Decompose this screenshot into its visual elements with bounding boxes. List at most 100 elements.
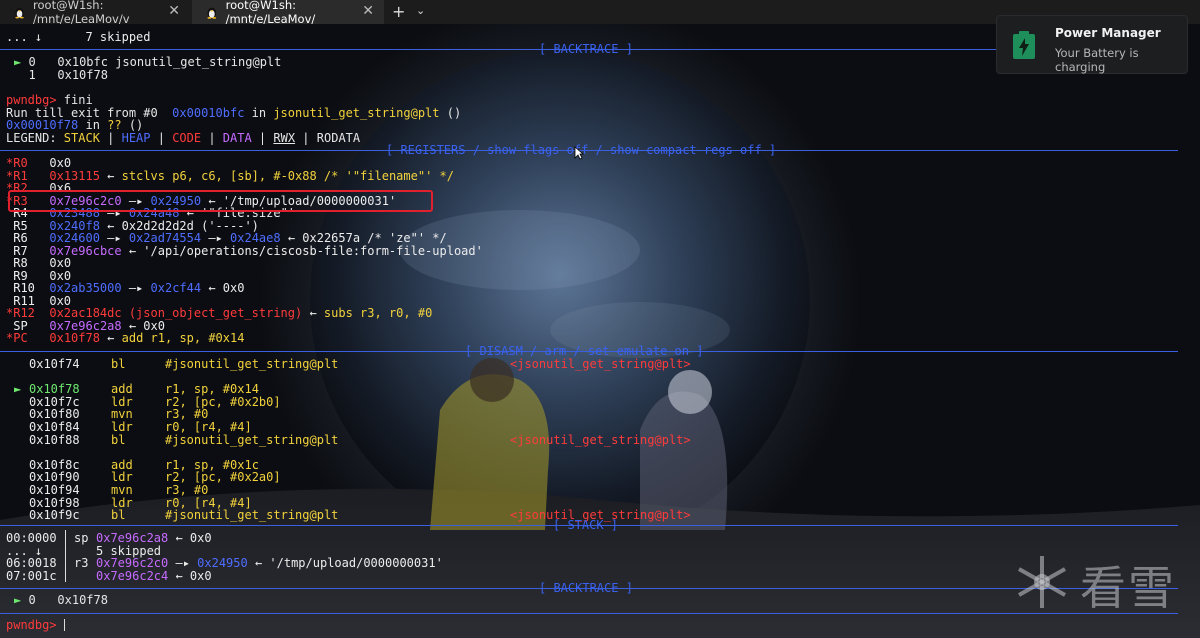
linux-tux-icon: [15, 7, 24, 18]
return-address: 0x00010f78: [6, 118, 79, 132]
instruction-operands: #jsonutil_get_string@plt: [165, 432, 339, 447]
legend-sep: |: [150, 131, 173, 145]
return-symbol: ??: [107, 118, 122, 132]
instruction-operands: #jsonutil_get_string@plt: [165, 357, 339, 371]
kanxue-logo-icon: [1018, 556, 1066, 608]
register-name: *PC: [6, 331, 28, 345]
terminal-output[interactable]: ... ↓ 7 skipped [ BACKTRACE ] ► 0 0x10bf…: [0, 24, 1200, 638]
legend-rwx: RWX: [273, 131, 296, 145]
tab-title: root@W1sh: /mnt/e/LeaMov/: [225, 0, 316, 26]
section-label-backtrace: [ BACKTRACE ]: [539, 42, 633, 56]
new-tab-button[interactable]: +: [392, 2, 405, 21]
register-value-part: subs r3, r0, #0: [323, 306, 433, 320]
instruction-mnemonic: bl: [111, 432, 126, 447]
stack-offset: 07:001c: [6, 568, 57, 583]
skipped-prefix: ... ↓: [6, 30, 43, 44]
stack-value-part: ← '/tmp/upload/0000000031': [247, 556, 443, 570]
register-row: R7 0x7e96cbce ← '/api/operations/ciscosb…: [6, 243, 483, 258]
frame-address: 0x10f78: [57, 593, 108, 607]
run-address: 0x00010bfc: [172, 106, 245, 120]
battery-charging-icon: [1013, 31, 1035, 59]
disasm-row: 0x10f88 bl #jsonutil_get_string@plt: [14, 432, 339, 447]
legend-label: LEGEND:: [6, 131, 64, 145]
mouse-pointer-icon: [574, 146, 584, 160]
close-tab-icon[interactable]: ✕: [362, 3, 374, 19]
backtrace-frame-0: ► 0 0x10f78: [14, 594, 108, 607]
tab-terminal-1[interactable]: root@W1sh: /mnt/e/LeaMov/v ✕: [0, 0, 190, 26]
frame-marker: ►: [14, 593, 22, 607]
section-label-disasm: [ DISASM / arm / set emulate on ]: [465, 344, 704, 358]
section-label-stack: [ STACK ]: [553, 518, 619, 532]
section-rule-stack: [ STACK ]: [0, 519, 1178, 532]
register-value-part: —▸: [121, 281, 151, 295]
call-target: <jsonutil_get_string@plt>: [510, 432, 691, 447]
legend-sep: |: [99, 131, 122, 145]
final-prompt-line[interactable]: pwndbg>: [6, 619, 65, 632]
r3-highlight-box: [8, 190, 433, 212]
legend-code: CODE: [172, 131, 202, 145]
legend-stack: STACK: [63, 131, 100, 145]
section-rule-backtrace-2: [ BACKTRACE ]: [0, 582, 1178, 595]
instruction-address: 0x10f88: [29, 432, 80, 447]
run-symbol: jsonutil_get_string@plt: [273, 106, 440, 120]
skipped-count: 7 skipped: [85, 30, 151, 44]
legend-sep: |: [295, 131, 317, 145]
run-in: in: [244, 106, 274, 120]
return-end: (): [121, 118, 144, 132]
instruction-address: 0x10f74: [29, 357, 80, 371]
frame-index: 1: [28, 68, 36, 82]
section-rule-end: [0, 607, 1178, 620]
legend-heap: HEAP: [121, 131, 151, 145]
legend-sep: |: [251, 131, 274, 145]
power-manager-notification[interactable]: Power Manager Your Battery is charging: [996, 15, 1188, 74]
stack-value-part: 0x7e96c2c4: [96, 568, 169, 583]
register-value-part: ←: [99, 331, 122, 345]
linux-tux-icon: [207, 7, 217, 19]
frame-index: 0: [28, 55, 36, 69]
tab-title: root@W1sh: /mnt/e/LeaMov/v: [33, 0, 130, 26]
stack-row: 07:001c 0x7e96c2c4 ← 0x0: [6, 568, 212, 583]
stack-register: r3: [74, 556, 89, 570]
register-value-part: ← 0x0: [201, 281, 245, 295]
register-value-part: 0x2cf44: [150, 281, 202, 295]
legend-rodata: RODATA: [316, 131, 361, 145]
register-value-part: stclvs p6, c6, [sb], #-0x88 /* '"filenam…: [121, 168, 454, 183]
legend-sep: |: [201, 131, 223, 145]
register-value-part: ←: [99, 168, 122, 183]
tab-dropdown-button[interactable]: ⌄: [416, 4, 425, 17]
register-value-part: add r1, sp, #0x14: [121, 331, 245, 345]
stack-register: sp: [74, 531, 89, 545]
close-tab-icon[interactable]: ✕: [168, 3, 180, 19]
section-label-backtrace-2: [ BACKTRACE ]: [539, 581, 633, 595]
stack-value-part: ← 0x0: [168, 568, 212, 583]
frame-index: 0: [28, 593, 36, 607]
register-row: *R1 0x13115 ← stclvs p6, c6, [sb], #-0x8…: [6, 168, 454, 183]
section-rule-disasm: [ DISASM / arm / set emulate on ]: [0, 345, 1178, 358]
call-target-symbol: <jsonutil_get_string@plt>: [510, 432, 691, 447]
frame-symbol: jsonutil_get_string@plt: [115, 55, 282, 69]
tab-terminal-2-active[interactable]: root@W1sh: /mnt/e/LeaMov/ ✕: [192, 0, 384, 26]
command-text: fini: [56, 93, 93, 107]
watermark-text: 看雪: [1080, 561, 1176, 615]
register-value-part: ← '/api/operations/ciscosb-file:form-fil…: [121, 243, 483, 258]
run-end: (): [439, 106, 462, 120]
stack-separator: [65, 530, 66, 582]
frame-address: 0x10bfc: [57, 55, 108, 69]
stack-row: 06:0018 r3 0x7e96c2c0 —▸ 0x24950 ← '/tmp/u…: [6, 557, 443, 570]
register-row: *PC 0x10f78 ← add r1, sp, #0x14: [6, 332, 244, 345]
legend-data: DATA: [222, 131, 252, 145]
current-instruction-marker: ►: [14, 382, 22, 397]
text-cursor: [63, 619, 65, 631]
disasm-row: 0x10f74 bl #jsonutil_get_string@plt: [14, 358, 338, 371]
pwndbg-prompt: pwndbg>: [6, 93, 57, 107]
instruction-mnemonic: bl: [111, 357, 126, 371]
call-target-symbol: <jsonutil_get_string@plt>: [510, 357, 691, 371]
register-value-part: ←: [302, 306, 324, 320]
frame-address: 0x10f78: [57, 68, 108, 82]
pwndbg-prompt: pwndbg>: [6, 618, 57, 632]
stack-value-part: ← 0x0: [168, 531, 212, 545]
return-in: in: [78, 118, 108, 132]
call-target: <jsonutil_get_string@plt>: [510, 358, 691, 371]
notification-message: Your Battery is charging: [1055, 46, 1139, 74]
